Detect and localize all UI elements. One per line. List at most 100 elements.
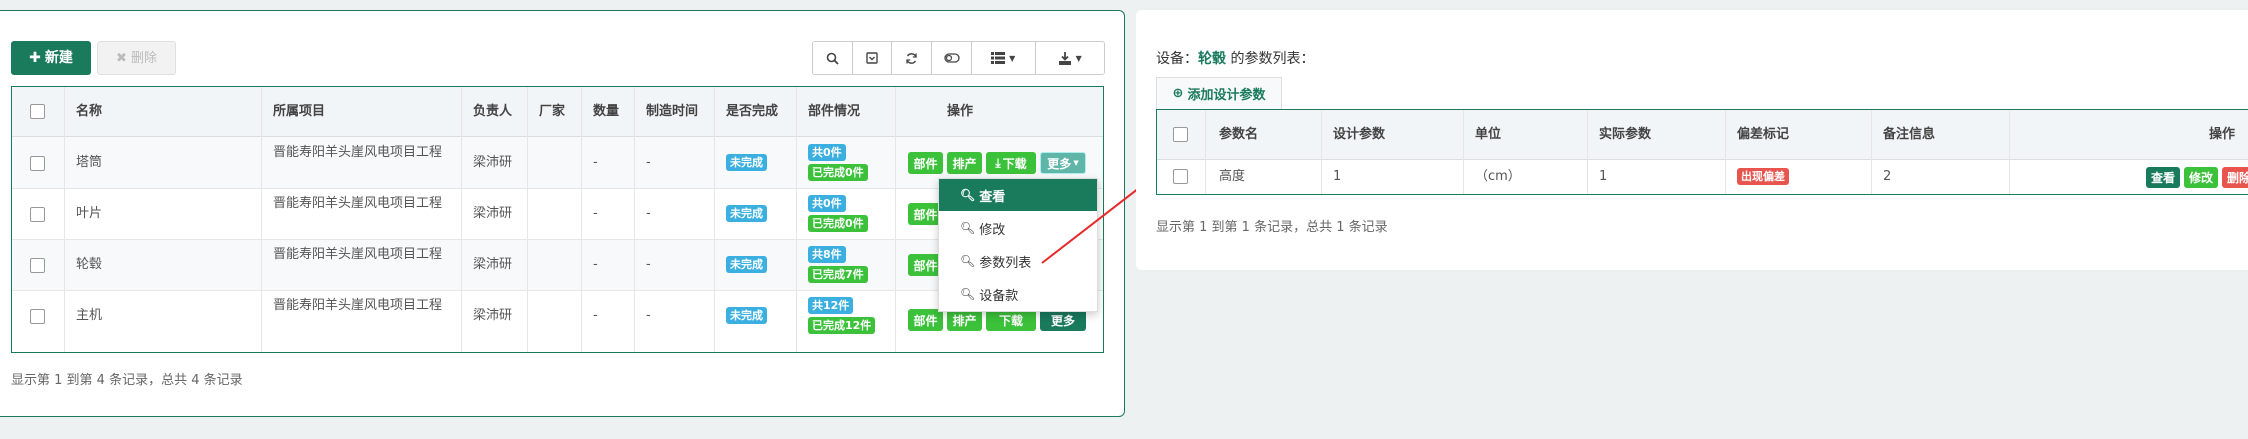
plus-icon: ✚	[29, 50, 41, 66]
parts-button[interactable]: 部件	[908, 152, 943, 174]
row-project: 晋能寿阳羊头崖风电项目工程	[273, 145, 443, 160]
new-label: 新建	[44, 50, 73, 66]
header-actual[interactable]: 实际参数	[1599, 125, 1651, 144]
search-icon[interactable]	[813, 42, 853, 74]
row-checkbox[interactable]	[30, 207, 45, 222]
select-all-checkbox[interactable]	[1173, 127, 1188, 142]
schedule-button[interactable]: 排产	[947, 309, 982, 331]
header-parts[interactable]: 部件情况	[808, 102, 860, 121]
download-label: 下载	[1002, 156, 1027, 171]
row-date: -	[646, 257, 651, 272]
header-vendor[interactable]: 厂家	[539, 102, 565, 121]
header-actions: 操作	[2209, 127, 2236, 142]
row-note: 2	[1883, 169, 1892, 184]
row-checkbox[interactable]	[30, 156, 45, 171]
row-owner: 梁沛研	[473, 206, 513, 221]
list-columns-icon[interactable]: ▼	[971, 42, 1036, 74]
plus-circle-icon: ⊕	[1172, 86, 1184, 101]
row-date: -	[646, 155, 651, 170]
close-icon: ✖	[116, 50, 127, 66]
add-param-label: 添加设计参数	[1187, 88, 1266, 103]
parts-done-badge: 已完成0件	[808, 215, 868, 232]
row-name: 轮毂	[76, 257, 103, 272]
parts-total-badge: 共8件	[808, 246, 846, 263]
param-list-title: 设备：轮毂 的参数列表：	[1156, 48, 1314, 68]
header-date[interactable]: 制造时间	[646, 102, 698, 121]
header-design[interactable]: 设计参数	[1333, 125, 1385, 144]
row-project: 晋能寿阳羊头崖风电项目工程	[273, 196, 443, 211]
row-checkbox[interactable]	[1173, 169, 1188, 184]
row-owner: 梁沛研	[473, 155, 513, 170]
pagination-info: 显示第 1 到第 1 条记录，总共 1 条记录	[1156, 220, 1388, 235]
deviation-badge: 出现偏差	[1737, 168, 1789, 185]
row-qty: -	[593, 257, 598, 272]
row-param-name: 高度	[1219, 169, 1246, 184]
parameter-panel: 设备：轮毂 的参数列表： ⊕ 添加设计参数 参数名 设计参数 单位 实际参数 偏差…	[1136, 10, 2248, 270]
schedule-button[interactable]: 排产	[947, 152, 982, 174]
menu-item-label: 修改	[979, 222, 1006, 238]
title-prefix: 设备：	[1156, 51, 1198, 67]
download-icon: ⤓	[995, 155, 1001, 170]
header-qty[interactable]: 数量	[593, 102, 619, 121]
row-project: 晋能寿阳羊头崖风电项目工程	[273, 298, 443, 313]
parts-total-badge: 共12件	[808, 297, 854, 314]
table-header: 名称 所属项目 负责人 厂家 数量 制造时间 是否完成 部件情况 操作	[12, 87, 1103, 137]
row-checkbox[interactable]	[30, 309, 45, 324]
edit-button[interactable]: 修改	[2184, 167, 2218, 188]
title-suffix: 的参数列表：	[1226, 51, 1315, 67]
select-all-checkbox[interactable]	[30, 104, 45, 119]
header-name[interactable]: 名称	[76, 102, 102, 121]
parts-total-badge: 共0件	[808, 144, 846, 161]
device-link[interactable]: 轮毂	[1198, 51, 1226, 67]
header-owner[interactable]: 负责人	[473, 102, 512, 121]
row-date: -	[646, 308, 651, 323]
export-icon[interactable]: ▼	[1035, 42, 1104, 74]
row-checkbox[interactable]	[30, 258, 45, 273]
download-button[interactable]: ⤓ 下载	[986, 152, 1036, 174]
row-qty: -	[593, 155, 598, 170]
delete-button[interactable]: 删除	[2222, 167, 2248, 188]
header-status[interactable]: 是否完成	[726, 102, 778, 121]
row-owner: 梁沛研	[473, 308, 513, 323]
row-qty: -	[593, 206, 598, 221]
toggle-view-icon[interactable]	[852, 42, 893, 74]
delete-label: 删除	[130, 50, 157, 66]
delete-button[interactable]: ✖ 删除	[97, 41, 176, 75]
refresh-icon[interactable]	[892, 42, 933, 74]
header-actions: 操作	[947, 104, 974, 119]
add-design-param-button[interactable]: ⊕ 添加设计参数	[1156, 77, 1282, 109]
menu-item-label: 参数列表	[979, 255, 1032, 271]
row-unit: （cm）	[1475, 169, 1521, 184]
menu-item-label: 查看	[979, 189, 1006, 205]
status-badge: 未完成	[726, 256, 767, 273]
table-toolbar: ▼ ▼	[812, 41, 1105, 75]
search-icon: 🔍︎	[960, 188, 976, 202]
status-badge: 未完成	[726, 154, 767, 171]
search-icon: 🔍︎	[960, 287, 976, 301]
param-table: 参数名 设计参数 单位 实际参数 偏差标记 备注信息 操作 高度 1 （cm） …	[1156, 109, 2248, 195]
new-button[interactable]: ✚ 新建	[11, 41, 91, 75]
download-button[interactable]: 下载	[986, 309, 1036, 331]
row-project: 晋能寿阳羊头崖风电项目工程	[273, 247, 443, 262]
header-flag[interactable]: 偏差标记	[1737, 125, 1789, 144]
row-owner: 梁沛研	[473, 257, 513, 272]
header-project[interactable]: 所属项目	[273, 102, 325, 121]
row-date: -	[646, 206, 651, 221]
columns-toggle-icon[interactable]	[932, 42, 972, 74]
row-name: 塔筒	[76, 155, 103, 170]
caret-down-icon: ▼	[1075, 53, 1082, 63]
parts-done-badge: 已完成0件	[808, 164, 868, 181]
search-icon: 🔍︎	[960, 221, 976, 235]
header-param-name[interactable]: 参数名	[1219, 125, 1258, 144]
header-unit[interactable]: 单位	[1475, 125, 1501, 144]
status-badge: 未完成	[726, 205, 767, 222]
menu-item-equipment[interactable]: 🔍︎ 设备款	[939, 278, 1097, 310]
parts-done-badge: 已完成7件	[808, 266, 868, 283]
row-name: 主机	[76, 308, 103, 323]
header-note[interactable]: 备注信息	[1883, 125, 1935, 144]
row-actual: 1	[1599, 169, 1608, 184]
parts-button[interactable]: 部件	[908, 309, 943, 331]
more-button[interactable]: 更多	[1040, 309, 1086, 331]
view-button[interactable]: 查看	[2146, 167, 2180, 188]
row-qty: -	[593, 308, 598, 323]
